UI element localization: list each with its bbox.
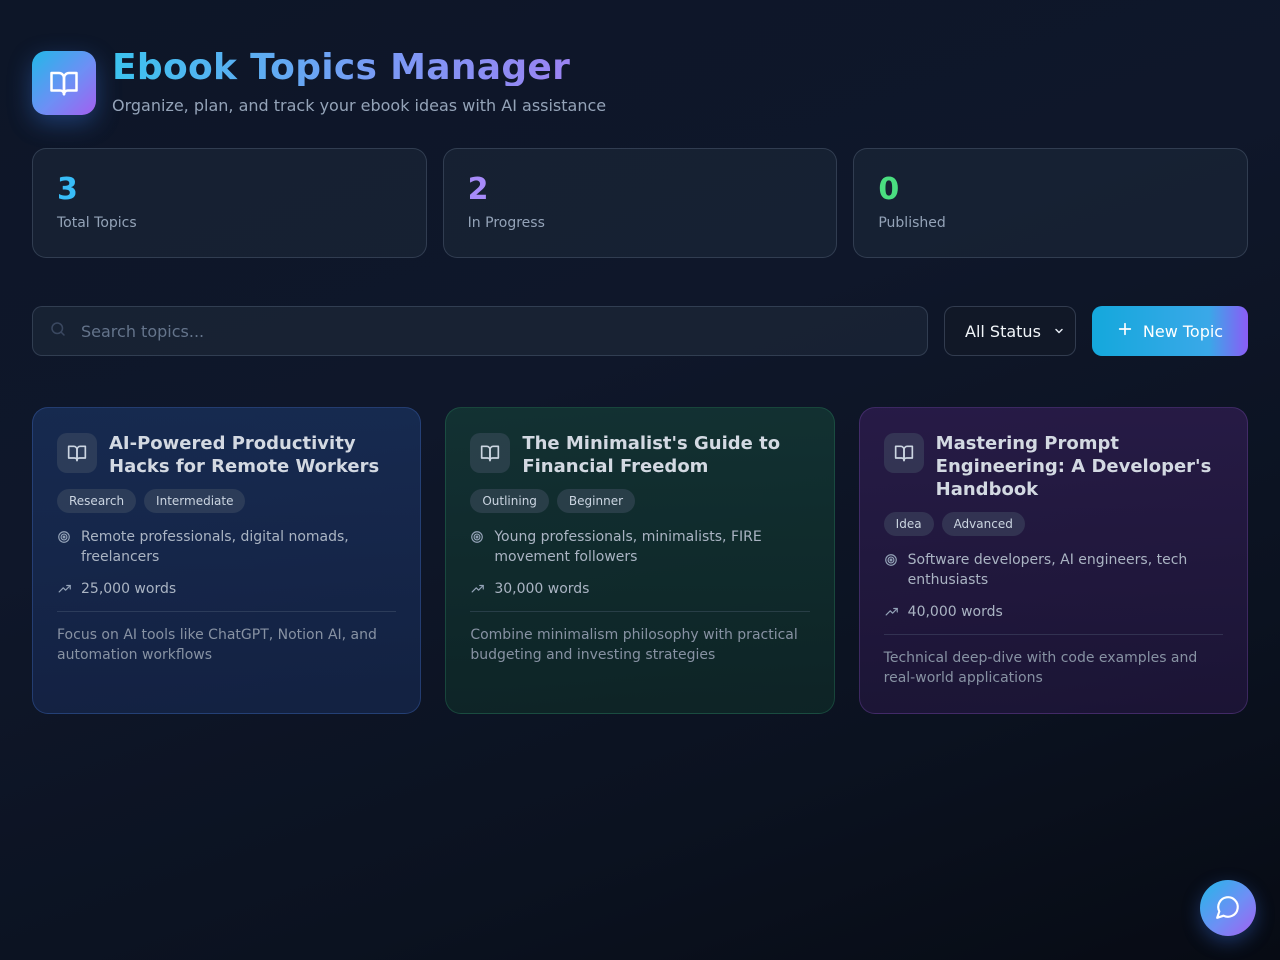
topic-card[interactable]: Mastering Prompt Engineering: A Develope… [858,407,1248,714]
book-open-icon [57,433,97,473]
chevron-down-icon [1053,322,1065,341]
toolbar: All Status New Topic [32,306,1248,356]
topic-notes: Focus on AI tools like ChatGPT, Notion A… [57,627,377,663]
stat-value: 3 [57,172,78,207]
stat-label: Published [878,215,946,231]
topic-title: AI-Powered Productivity Hacks for Remote… [109,433,380,477]
level-badge: Intermediate [144,489,246,513]
topic-card[interactable]: The Minimalist's Guide to Financial Free… [445,407,835,714]
topic-audience: Remote professionals, digital nomads, fr… [81,529,349,565]
topic-cards: AI-Powered Productivity Hacks for Remote… [32,407,1248,714]
status-badge: Idea [883,512,934,536]
topic-title: The Minimalist's Guide to Financial Free… [522,433,781,477]
topic-word-count: 25,000 words [81,581,177,597]
stat-card-total: 3 Total Topics [32,148,427,258]
target-icon [470,527,486,547]
trending-up-icon [884,602,900,622]
target-icon [884,550,900,570]
topic-notes: Combine minimalism philosophy with pract… [470,627,798,663]
search-input[interactable] [81,321,927,341]
book-open-icon [883,433,924,473]
status-filter-value: All Status [965,321,1041,341]
stat-card-published: 0 Published [853,148,1249,258]
chat-bubble-icon [1215,894,1241,923]
status-badge: Outlining [470,489,549,513]
search-icon [49,320,67,342]
page-title: Ebook Topics Manager [112,50,606,86]
topic-title: Mastering Prompt Engineering: A Develope… [935,433,1212,500]
level-badge: Advanced [941,512,1025,536]
trending-up-icon [470,579,486,599]
new-topic-label: New Topic [1142,321,1224,341]
topic-word-count: 40,000 words [907,604,1003,620]
divider [57,611,397,612]
divider [470,611,810,612]
header: Ebook Topics Manager Organize, plan, and… [32,50,606,115]
book-open-icon [32,50,96,115]
topic-audience: Software developers, AI engineers, tech … [907,552,1188,588]
stat-card-in-progress: 2 In Progress [442,148,838,258]
stat-label: Total Topics [57,215,137,231]
page-subtitle: Organize, plan, and track your ebook ide… [112,96,607,115]
topic-word-count: 30,000 words [494,581,590,597]
stats-row: 3 Total Topics 2 In Progress 0 Published [32,148,1249,258]
target-icon [57,527,73,547]
stat-value: 2 [467,172,489,207]
search-box [32,306,928,356]
status-badge: Research [57,489,137,513]
book-open-icon [470,433,511,473]
plus-icon [1117,321,1133,341]
status-filter-select[interactable]: All Status [944,306,1076,356]
stat-label: In Progress [467,215,545,231]
chat-button[interactable] [1200,880,1256,936]
topic-audience: Young professionals, minimalists, FIRE m… [494,529,762,565]
stat-value: 0 [878,172,900,207]
new-topic-button[interactable]: New Topic [1092,306,1248,356]
level-badge: Beginner [556,489,636,513]
topic-card[interactable]: AI-Powered Productivity Hacks for Remote… [32,407,422,714]
divider [883,634,1223,635]
trending-up-icon [57,579,73,599]
topic-notes: Technical deep-dive with code examples a… [883,650,1198,686]
